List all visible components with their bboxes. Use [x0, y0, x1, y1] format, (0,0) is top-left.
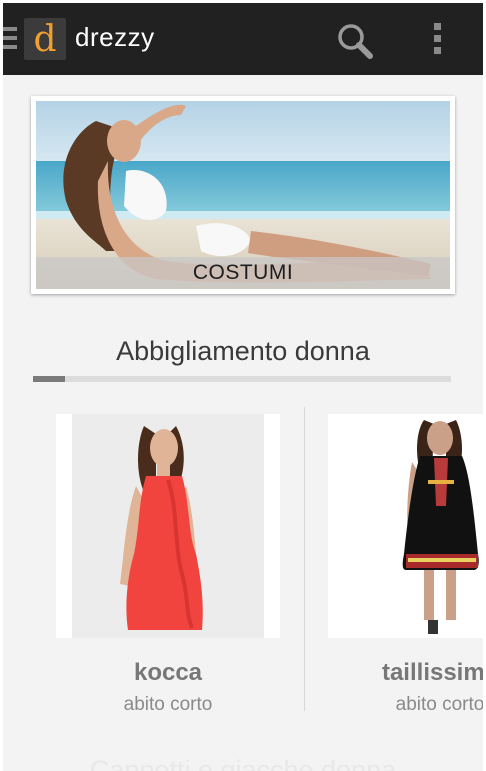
logo-letter: d: [33, 19, 56, 60]
carousel-indicator: [33, 376, 65, 382]
drawer-menu-icon[interactable]: [3, 27, 17, 49]
product-image[interactable]: [328, 414, 483, 638]
search-icon[interactable]: [333, 19, 377, 63]
category-banner[interactable]: COSTUMI: [31, 96, 455, 294]
app-logo[interactable]: d: [24, 18, 66, 60]
banner-label: COSTUMI: [192, 261, 294, 284]
section-title: Abbigliamento donna: [116, 336, 370, 366]
app-title: drezzy: [75, 22, 155, 52]
product-type: abito corto: [395, 694, 483, 715]
banner-image: COSTUMI: [36, 101, 450, 289]
product-divider: [304, 407, 305, 711]
action-bar: d drezzy: [3, 3, 483, 75]
product-name: taillissime: [381, 659, 483, 686]
carousel-indicator-track: [33, 376, 451, 382]
next-section-title: Cappotti e giacche donna: [89, 755, 397, 771]
product-name: kocca: [133, 659, 203, 686]
product-image[interactable]: [56, 414, 280, 638]
overflow-menu-icon[interactable]: [425, 19, 451, 59]
app-screen: d drezzy COSTUMI Abbigliamento donna koc…: [3, 3, 483, 771]
product-type: abito corto: [123, 694, 213, 715]
